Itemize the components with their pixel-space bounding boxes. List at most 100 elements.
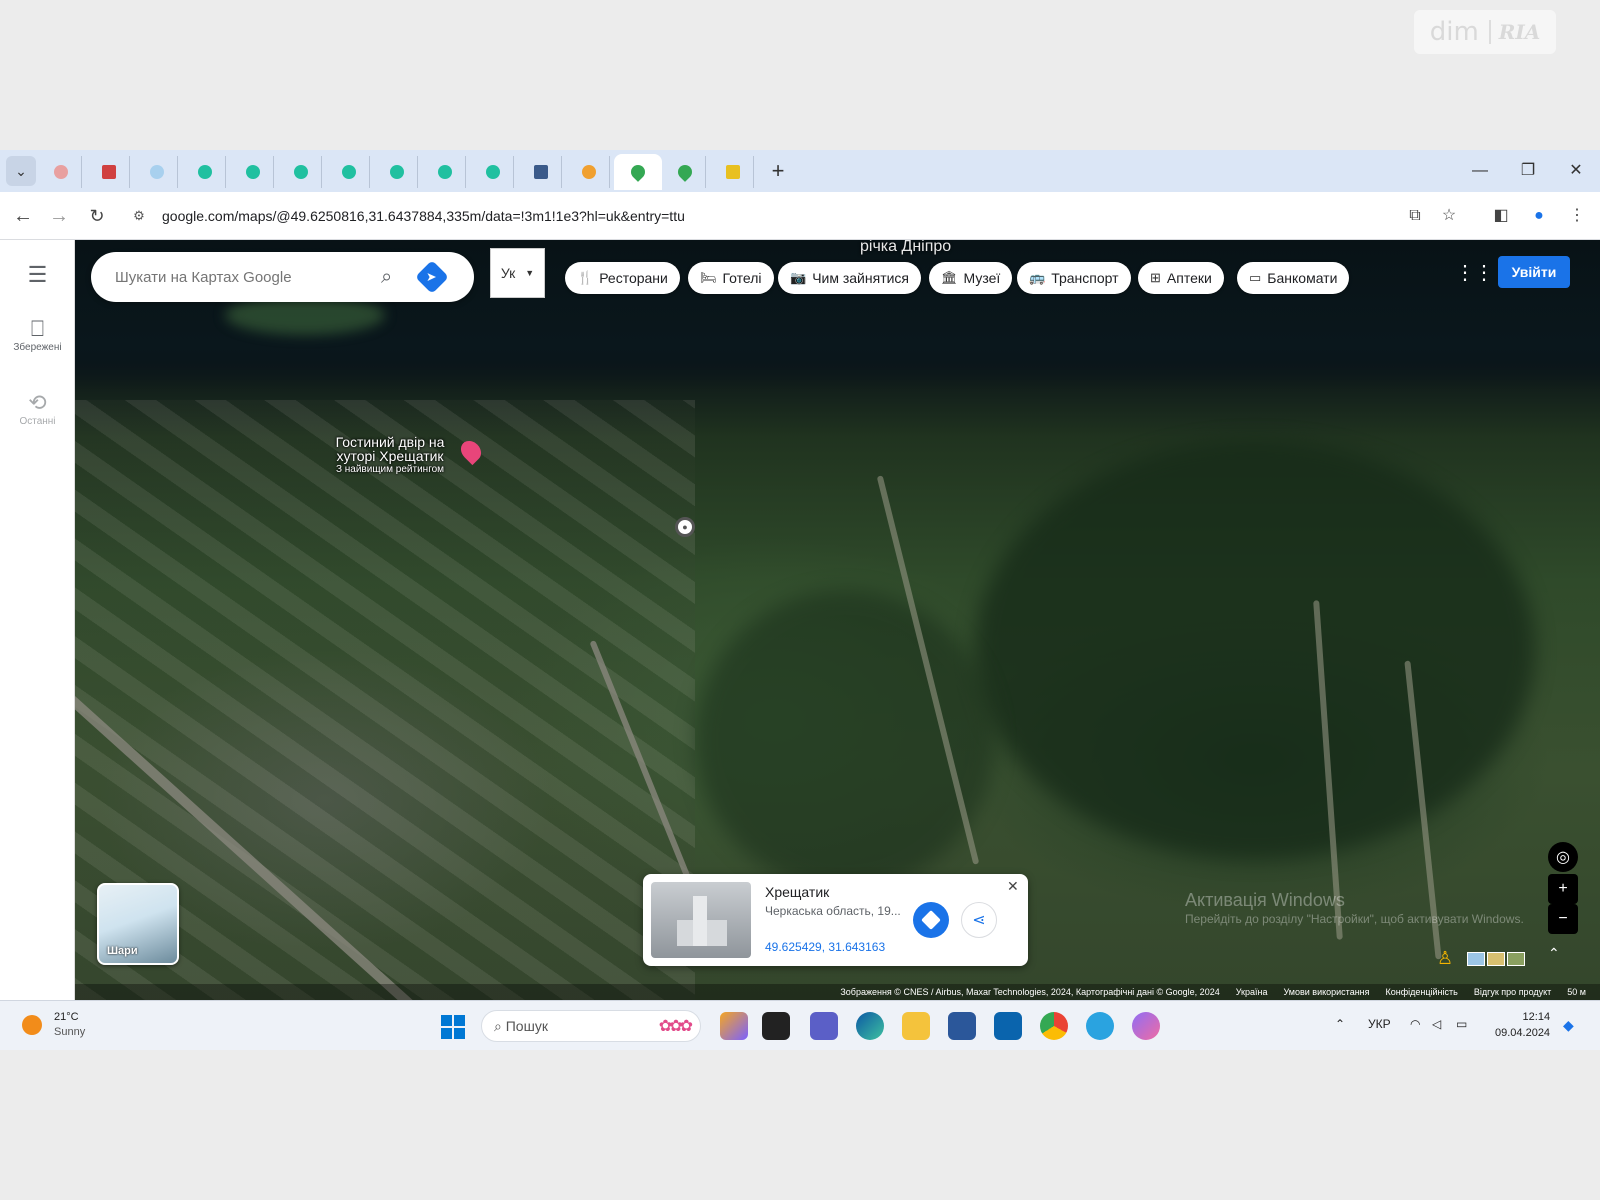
chip-museums[interactable]: 🏛 Музеї — [929, 262, 1013, 294]
chip-pharmacies[interactable]: ⊞ Аптеки — [1138, 262, 1224, 294]
zoom-in-button[interactable]: + — [1548, 874, 1578, 904]
scale-bar[interactable]: 50 м — [1567, 987, 1586, 997]
sidebar-item-saved[interactable]: ⎕ Збережені — [0, 316, 75, 353]
tab-9[interactable] — [424, 156, 466, 188]
bookmark-star-icon[interactable]: ☆ — [1434, 201, 1464, 231]
satellite-map[interactable]: річка Дніпро ⌕ ➤ Ук ▼ 🍴 Ресторани 🛏 Готелі… — [75, 240, 1600, 1000]
search-icon[interactable]: ⌕ — [381, 266, 392, 289]
chip-things-to-do[interactable]: 📷 Чим зайнятися — [778, 262, 922, 294]
telegram-app-icon[interactable] — [1086, 1012, 1114, 1040]
new-tab-button[interactable]: + — [763, 157, 793, 187]
tab-6[interactable] — [280, 156, 322, 188]
file-explorer-icon[interactable] — [902, 1012, 930, 1040]
location-pin-icon[interactable]: ● — [675, 517, 695, 537]
signin-button[interactable]: Увійти — [1498, 256, 1570, 288]
install-app-icon[interactable]: ⧉ — [1400, 201, 1430, 231]
card-close-button[interactable]: ✕ — [1007, 878, 1019, 895]
restore-button[interactable]: ❐ — [1510, 156, 1546, 186]
edge-app-icon[interactable] — [856, 1012, 884, 1040]
chip-atms[interactable]: ▭ Банкомати — [1237, 262, 1350, 294]
river-label: річка Дніпро — [860, 240, 952, 255]
terminal-app-icon[interactable] — [762, 1012, 790, 1040]
widgets-app-icon[interactable] — [720, 1012, 748, 1040]
tab-5[interactable] — [232, 156, 274, 188]
tab-11[interactable] — [520, 156, 562, 188]
chip-transit[interactable]: 🚌 Транспорт — [1017, 262, 1131, 294]
attribution-terms[interactable]: Умови використання — [1283, 987, 1369, 997]
layers-button[interactable]: Шари — [97, 883, 179, 965]
battery-icon[interactable]: ▭ — [1456, 1017, 1467, 1031]
reload-button[interactable]: ↻ — [82, 201, 112, 231]
browser-toolbar: ← → ↻ ⚙ google.com/maps/@49.6250816,31.6… — [0, 192, 1600, 240]
chip-label: Транспорт — [1051, 270, 1119, 286]
attribution-country[interactable]: Україна — [1236, 987, 1268, 997]
tab-1[interactable] — [40, 156, 82, 188]
tab-14[interactable] — [664, 156, 706, 188]
profile-icon[interactable]: ● — [1524, 201, 1554, 231]
menu-kebab-icon[interactable]: ⋮ — [1562, 201, 1592, 231]
sidebar-item-recent[interactable]: ⟲ Останні — [0, 390, 75, 427]
close-window-button[interactable]: ✕ — [1558, 156, 1594, 186]
search-input[interactable] — [115, 268, 375, 286]
language-select[interactable]: Ук ▼ — [490, 248, 545, 298]
tab-8[interactable] — [376, 156, 418, 188]
chip-restaurants[interactable]: 🍴 Ресторани — [565, 262, 680, 294]
building-tower-shape — [693, 896, 707, 946]
attribution-privacy[interactable]: Конфіденційність — [1386, 987, 1458, 997]
wifi-icon[interactable]: ◠ — [1410, 1017, 1420, 1031]
tab-search-button[interactable]: ⌄ — [6, 156, 36, 186]
tab-3[interactable] — [136, 156, 178, 188]
attribution-feedback[interactable]: Відгук про продукт — [1474, 987, 1551, 997]
zoom-out-button[interactable]: − — [1548, 904, 1578, 934]
copilot-app-icon[interactable] — [1132, 1012, 1160, 1040]
address-bar[interactable]: ⚙ google.com/maps/@49.6250816,31.6437884… — [124, 198, 1364, 234]
maps-search-box[interactable]: ⌕ ➤ — [91, 252, 474, 302]
tab-10[interactable] — [472, 156, 514, 188]
site-settings-icon[interactable]: ⚙ — [124, 208, 154, 224]
taskbar-search[interactable]: ⌕ Пошук ✿✿✿ — [481, 1010, 701, 1042]
tab-2[interactable] — [88, 156, 130, 188]
place-info-card[interactable]: Хрещатик Черкаська область, 19... 49.625… — [643, 874, 1028, 966]
poi-label[interactable]: Гостиний двір на хуторі Хрещатик З найви… — [320, 435, 460, 477]
input-language[interactable]: УКР — [1368, 1017, 1391, 1031]
taskbar-clock[interactable]: 12:14 09.04.2024 — [1495, 1009, 1550, 1041]
forward-button[interactable]: → — [44, 201, 74, 231]
card-share-button[interactable]: ⋖ — [961, 902, 997, 938]
pegman-icon[interactable]: ♙ — [1437, 948, 1453, 969]
card-directions-button[interactable] — [913, 902, 949, 938]
thumb-2[interactable] — [1487, 952, 1505, 966]
tab-15[interactable] — [712, 156, 754, 188]
side-panel-icon[interactable]: ◧ — [1486, 201, 1516, 231]
store-app-icon[interactable] — [948, 1012, 976, 1040]
thumb-1[interactable] — [1467, 952, 1485, 966]
sidebar-menu-button[interactable]: ☰ — [0, 262, 75, 288]
place-thumbnail[interactable] — [651, 882, 751, 958]
my-location-button[interactable]: ◎ — [1548, 842, 1578, 872]
back-button[interactable]: ← — [8, 201, 38, 231]
sun-icon[interactable] — [22, 1015, 42, 1035]
chevron-up-icon[interactable]: ⌃ — [1548, 945, 1560, 962]
mail-app-icon[interactable] — [994, 1012, 1022, 1040]
chevron-up-icon[interactable]: ⌃ — [1335, 1017, 1345, 1031]
tulips-icon: ✿✿✿ — [658, 1018, 693, 1035]
tab-12[interactable] — [568, 156, 610, 188]
tab-4[interactable] — [184, 156, 226, 188]
tab-active-maps[interactable] — [614, 154, 662, 190]
chip-hotels[interactable]: 🛏 Готелі — [688, 262, 774, 294]
thumb-3[interactable] — [1507, 952, 1525, 966]
directions-icon: ➤ — [427, 271, 437, 284]
site-icon — [341, 165, 356, 179]
volume-icon[interactable]: ◁ — [1432, 1017, 1441, 1031]
imagery-thumbnails[interactable] — [1467, 952, 1525, 966]
sidebar-saved-label: Збережені — [13, 342, 62, 353]
transit-icon: 🚌 — [1029, 270, 1046, 285]
directions-button[interactable]: ➤ — [415, 260, 450, 294]
minimize-button[interactable]: — — [1462, 156, 1498, 186]
map-attribution: Зображення © CNES / Airbus, Maxar Techno… — [75, 984, 1600, 1000]
teams-app-icon[interactable] — [810, 1012, 838, 1040]
place-coordinates[interactable]: 49.625429, 31.643163 — [765, 940, 885, 954]
tab-7[interactable] — [328, 156, 370, 188]
chrome-app-icon[interactable] — [1040, 1012, 1068, 1040]
notification-bell-icon[interactable]: ◆ — [1563, 1017, 1574, 1034]
start-button[interactable] — [441, 1015, 465, 1039]
